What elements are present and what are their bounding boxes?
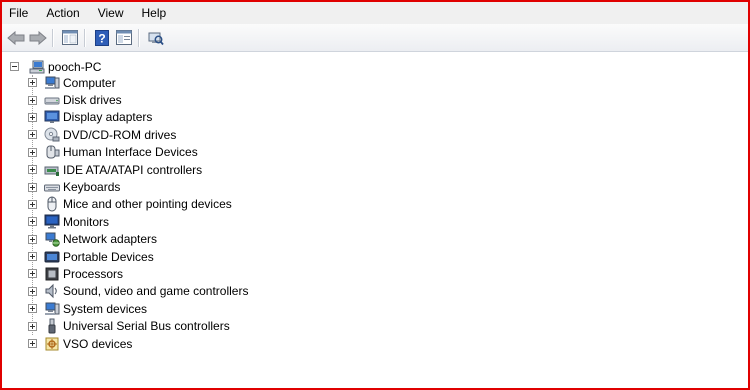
expand-icon[interactable] [28,321,37,331]
expand-icon[interactable] [28,217,37,227]
monitor-icon [44,214,60,230]
tree-node-label: Computer [63,75,116,90]
tree-node-dvd-cd-rom-drives[interactable]: DVD/CD-ROM drives [28,126,248,143]
collapse-icon[interactable] [10,62,19,71]
scan-hardware-icon [148,32,164,45]
tree-node-label: Network adapters [63,232,158,247]
tree-node-label: Monitors [63,214,110,229]
computer-icon [44,75,60,91]
tree-node-vso-devices[interactable]: VSO devices [28,335,248,352]
tree-node-mice-and-other-pointing-devices[interactable]: Mice and other pointing devices [28,196,248,213]
tree-node-label: Keyboards [63,180,121,195]
hid-icon [44,144,60,160]
svg-text:?: ? [98,31,105,45]
tree-node-monitors[interactable]: Monitors [28,213,248,230]
tree-node-computer[interactable]: Computer [28,74,248,91]
tree-node-system-devices[interactable]: System devices [28,300,248,317]
expand-icon[interactable] [28,269,37,279]
display-adapter-icon [44,109,60,125]
back-icon [7,30,25,45]
tree-node-label: VSO devices [63,336,133,351]
speaker-icon [44,283,60,299]
show-hide-tree-icon [62,30,78,45]
expand-icon[interactable] [28,252,37,262]
computer-pc-icon [29,59,45,75]
menu-bar: File Action View Help [2,2,748,24]
expand-icon[interactable] [28,234,37,244]
tree-node-label: Disk drives [63,93,122,108]
expand-icon[interactable] [28,78,37,88]
expand-icon[interactable] [28,339,37,349]
tree-node-portable-devices[interactable]: Portable Devices [28,248,248,265]
tree-node-label: Processors [63,266,124,281]
processor-icon [44,266,60,282]
expand-icon[interactable] [28,112,37,122]
tree-node-ide-ata-atapi-controllers[interactable]: IDE ATA/ATAPI controllers [28,161,248,178]
back-button[interactable] [6,28,26,48]
keyboard-icon [44,179,60,195]
ide-controller-icon [44,162,60,178]
mouse-icon [44,196,60,212]
tree-node-human-interface-devices[interactable]: Human Interface Devices [28,144,248,161]
network-adapter-icon [44,231,60,247]
tree-node-label: Mice and other pointing devices [63,197,232,212]
tree-node-label: System devices [63,301,148,316]
expand-icon[interactable] [28,130,37,140]
expand-icon[interactable] [28,182,37,192]
root-label: pooch-PC [48,59,102,74]
toolbar-separator [52,28,54,47]
tree-node-label: Universal Serial Bus controllers [63,319,230,334]
system-device-icon [44,301,60,317]
tree-node-keyboards[interactable]: Keyboards [28,178,248,195]
menu-help[interactable]: Help [133,2,176,24]
usb-icon [44,318,60,334]
vso-device-icon [44,336,60,352]
toolbar: ? [2,24,748,52]
expand-icon[interactable] [28,95,37,105]
tree-node-label: Sound, video and game controllers [63,284,249,299]
expand-icon[interactable] [28,286,37,296]
expand-icon[interactable] [28,147,37,157]
tree-node-sound-video-and-game-controllers[interactable]: Sound, video and game controllers [28,283,248,300]
tree-node-label: IDE ATA/ATAPI controllers [63,162,203,177]
tree-root[interactable]: pooch-PC [10,58,101,75]
toolbar-separator [84,28,86,47]
expand-icon[interactable] [28,304,37,314]
tree-node-universal-serial-bus-controllers[interactable]: Universal Serial Bus controllers [28,317,248,334]
properties-icon [116,30,132,45]
portable-device-icon [44,249,60,265]
tree-node-disk-drives[interactable]: Disk drives [28,91,248,108]
forward-button[interactable] [28,28,48,48]
forward-icon [29,30,47,45]
tree-node-label: DVD/CD-ROM drives [63,127,177,142]
expand-icon[interactable] [28,199,37,209]
tree-node-display-adapters[interactable]: Display adapters [28,109,248,126]
device-categories: Computer Disk drives Display adapters DVD/C… [28,74,248,352]
tree-node-label: Display adapters [63,110,153,125]
device-manager-window: File Action View Help ? pooch-PC Compute… [0,0,750,390]
menu-view[interactable]: View [89,2,133,24]
scan-hardware-button[interactable] [146,28,166,48]
tree-node-label: Human Interface Devices [63,145,198,160]
help-button[interactable]: ? [92,28,112,48]
device-tree: pooch-PC Computer Disk drives Display adap… [2,52,748,388]
disk-drive-icon [44,92,60,108]
tree-node-network-adapters[interactable]: Network adapters [28,231,248,248]
expand-icon[interactable] [28,165,37,175]
tree-node-processors[interactable]: Processors [28,265,248,282]
menu-file[interactable]: File [2,2,37,24]
help-icon: ? [95,29,109,46]
toolbar-separator [138,28,140,47]
show-hide-tree-button[interactable] [60,28,80,48]
dvd-drive-icon [44,127,60,143]
menu-action[interactable]: Action [37,2,88,24]
tree-node-label: Portable Devices [63,249,154,264]
properties-button[interactable] [114,28,134,48]
